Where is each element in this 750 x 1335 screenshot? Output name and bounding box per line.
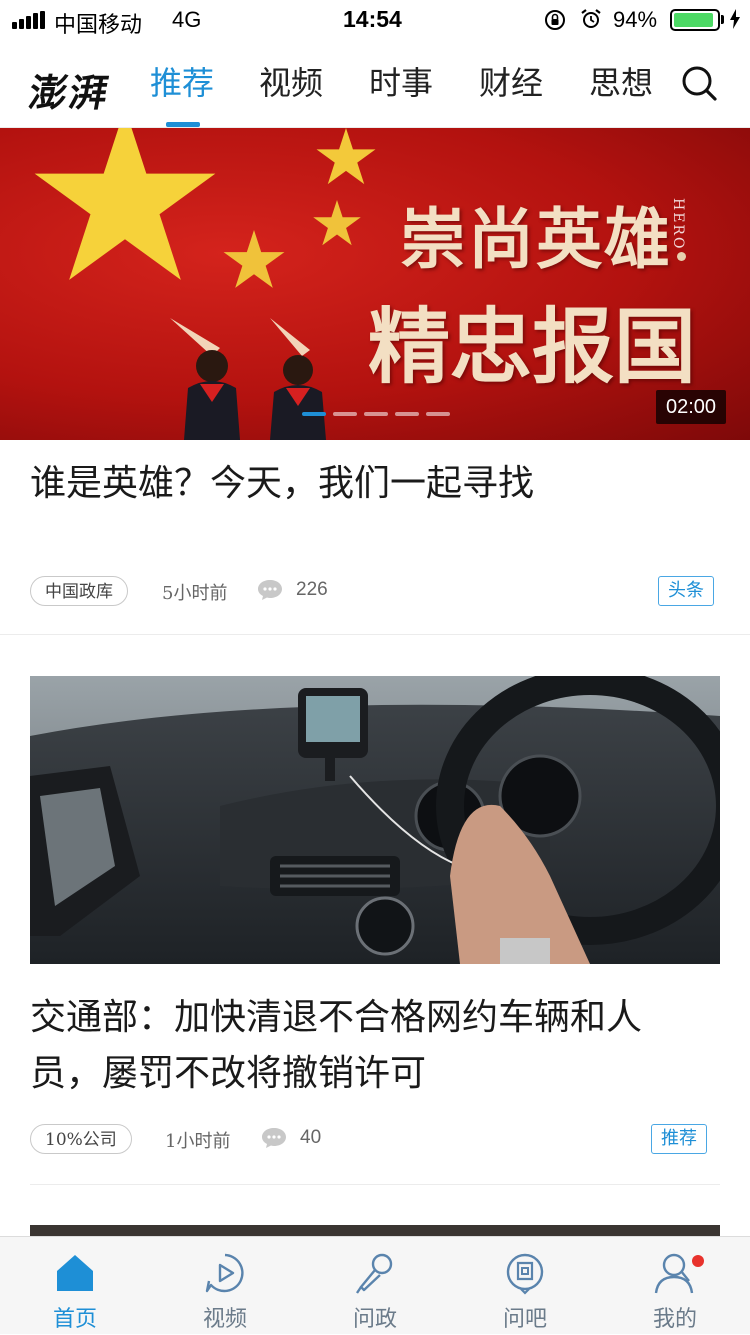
network-type: 4G xyxy=(172,7,202,32)
article-title-line-1[interactable]: 交通部：加快清退不合格网约车辆和人 xyxy=(30,990,720,1046)
question-bubble-icon xyxy=(506,1253,544,1295)
tabbar-label: 问吧 xyxy=(502,1307,547,1332)
banner-ornament-dot xyxy=(677,252,686,261)
banner-side-word: HERO xyxy=(670,198,686,251)
battery-cap xyxy=(721,15,724,24)
charging-bolt-icon xyxy=(730,9,740,29)
tabbar-label: 首页 xyxy=(52,1307,97,1332)
microphone-icon xyxy=(356,1253,393,1294)
article-divider xyxy=(0,634,750,635)
rotation-lock-icon xyxy=(545,10,565,30)
battery-fill xyxy=(674,13,713,27)
tabbar-label: 视频 xyxy=(202,1307,247,1332)
tab-recommend[interactable]: 推荐 xyxy=(150,58,214,104)
tabbar-ask-government[interactable]: 问政 xyxy=(300,1237,450,1335)
tabbar-ask-bar[interactable]: 问吧 xyxy=(450,1237,600,1335)
banner-headline-1: 崇尚英雄 xyxy=(400,200,672,278)
status-bar: 中国移动 4G 14:54 94% xyxy=(0,0,750,40)
tab-thought[interactable]: 思想 xyxy=(589,58,653,104)
banner-headline-2: 精忠报国 xyxy=(368,299,697,395)
article-divider xyxy=(30,1184,720,1185)
article-source[interactable]: 10%公司 xyxy=(30,1124,132,1154)
flag-star-large xyxy=(34,128,216,280)
signal-strength-icon xyxy=(12,11,45,29)
bottom-tab-bar: 首页 视频 问政 问吧 我的 xyxy=(0,1236,750,1334)
tab-video[interactable]: 视频 xyxy=(259,58,323,104)
article-title[interactable]: 谁是英雄？今天，我们一起寻找 xyxy=(30,456,720,512)
tab-finance[interactable]: 财经 xyxy=(479,58,543,104)
top-navigation: 澎湃 推荐 视频 时事 财经 思想 xyxy=(0,40,750,128)
battery-icon xyxy=(670,9,720,31)
comment-count: 226 xyxy=(296,579,328,600)
alarm-icon xyxy=(581,9,601,28)
tabbar-home[interactable]: 首页 xyxy=(0,1237,150,1335)
carousel-dot[interactable] xyxy=(302,412,326,416)
carousel-dot[interactable] xyxy=(364,412,388,416)
home-icon xyxy=(57,1255,93,1291)
tabbar-video[interactable]: 视频 xyxy=(150,1237,300,1335)
battery-percent: 94% xyxy=(613,7,658,32)
tabbar-label: 我的 xyxy=(652,1307,697,1332)
carousel-dot[interactable] xyxy=(333,412,357,416)
featured-video-banner[interactable]: 崇尚英雄 精忠报国 HERO 02:00 xyxy=(0,128,750,440)
status-time: 14:54 xyxy=(343,6,402,32)
article-source[interactable]: 中国政库 xyxy=(30,576,128,606)
tabbar-me[interactable]: 我的 xyxy=(600,1237,750,1335)
comment-icon xyxy=(262,1128,286,1148)
article-tag: 头条 xyxy=(658,576,714,606)
tab-current-affairs[interactable]: 时事 xyxy=(369,58,433,104)
comment-count: 40 xyxy=(300,1127,322,1148)
notification-dot xyxy=(692,1255,704,1267)
carousel-dot[interactable] xyxy=(395,412,419,416)
app-logo[interactable]: 澎湃 xyxy=(25,62,115,117)
flag-star-small-2 xyxy=(313,200,361,246)
carrier-name: 中国移动 xyxy=(54,13,143,38)
comment-icon xyxy=(258,580,282,600)
flag-star-small-3 xyxy=(223,230,285,288)
article-thumbnail[interactable] xyxy=(30,676,720,964)
article-time: 1小时前 xyxy=(165,1131,231,1152)
carousel-dot[interactable] xyxy=(426,412,450,416)
article-title-line-2[interactable]: 员，屡罚不改将撤销许可 xyxy=(30,1046,720,1102)
video-play-icon xyxy=(205,1253,244,1293)
video-duration-badge: 02:00 xyxy=(656,390,726,424)
article-time: 5小时前 xyxy=(162,583,228,604)
search-icon[interactable] xyxy=(679,63,719,103)
car-dashboard-image xyxy=(30,676,720,964)
active-tab-indicator xyxy=(166,122,200,127)
carousel-indicator xyxy=(302,412,457,430)
user-icon xyxy=(654,1253,694,1294)
flag-star-small-1 xyxy=(316,128,376,185)
tabbar-label: 问政 xyxy=(352,1307,397,1332)
article-tag: 推荐 xyxy=(651,1124,707,1154)
